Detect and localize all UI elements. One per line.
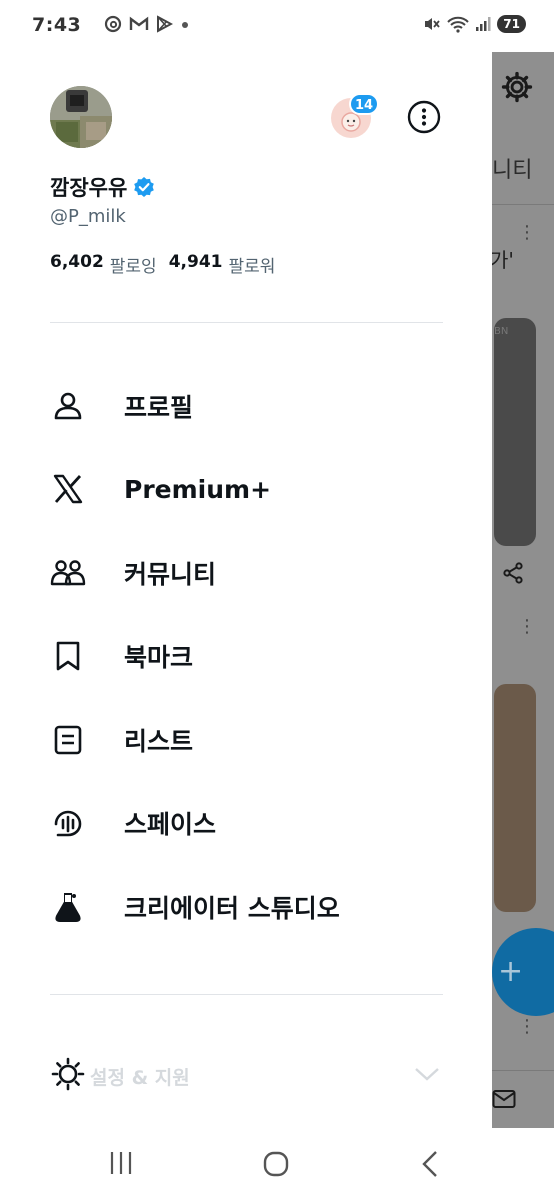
gear-icon[interactable]	[500, 70, 534, 104]
status-right-icons: 71	[423, 15, 526, 33]
avatar[interactable]	[50, 86, 112, 148]
navigation-drawer: 14 깜장우유 @P_milk 6,402 팔로잉 4,941 팔로워 프로필 …	[0, 52, 492, 1128]
x-logo-icon	[50, 471, 86, 507]
menu-item-premium[interactable]: Premium+	[50, 448, 450, 532]
menu-item-label: 리스트	[124, 726, 194, 756]
followers-count[interactable]: 4,941	[169, 252, 223, 277]
background-app[interactable]: 니티 ⋮ 가' BN ⋮ + ⋮	[492, 52, 554, 1128]
status-time: 7:43	[32, 14, 82, 36]
system-navigation-bar	[0, 1128, 554, 1200]
sun-icon[interactable]	[50, 1056, 86, 1092]
more-options-icon[interactable]	[407, 100, 441, 134]
background-divider	[492, 204, 554, 205]
menu-item-label: Premium+	[124, 474, 272, 504]
threads-icon	[104, 15, 122, 33]
notification-badge: 14	[349, 93, 379, 115]
spaces-icon	[50, 805, 86, 841]
status-bar: 7:43 71	[0, 0, 554, 52]
more-dots-icon: ⋮	[518, 222, 536, 243]
list-icon	[50, 722, 86, 758]
divider	[50, 322, 443, 323]
mail-icon[interactable]	[492, 1088, 516, 1110]
home-icon[interactable]	[262, 1150, 290, 1178]
compose-fab[interactable]: +	[492, 928, 554, 1016]
gmail-icon	[129, 16, 149, 30]
divider	[50, 994, 443, 995]
background-post-image	[494, 684, 536, 912]
display-name[interactable]: 깜장우유	[50, 172, 155, 202]
settings-and-support[interactable]: 설정 & 지원	[50, 1054, 442, 1098]
menu-item-communities[interactable]: 커뮤니티	[50, 531, 450, 615]
menu-item-label: 스페이스	[124, 810, 217, 840]
communities-icon	[50, 555, 86, 591]
display-name-text: 깜장우유	[50, 176, 128, 200]
settings-label: 설정 & 지원	[90, 1067, 190, 1089]
creator-studio-icon	[50, 889, 86, 925]
status-left-icons	[104, 15, 190, 33]
person-icon	[50, 388, 86, 424]
verified-badge-icon	[134, 177, 155, 197]
more-dots-icon: ⋮	[518, 1016, 536, 1037]
menu-item-label: 북마크	[124, 643, 194, 673]
avatar-image	[50, 86, 112, 148]
wifi-icon	[447, 16, 470, 33]
signal-icon	[476, 17, 491, 31]
play-store-icon	[157, 15, 173, 33]
menu-item-label: 프로필	[124, 392, 194, 422]
background-post-text: 가'	[492, 248, 514, 272]
follow-stats: 6,402 팔로잉 4,941 팔로워	[50, 252, 281, 277]
background-tab-label: 니티	[492, 158, 533, 183]
share-icon	[503, 562, 523, 584]
following-label[interactable]: 팔로잉	[110, 252, 157, 277]
recent-apps-icon[interactable]	[108, 1150, 134, 1176]
user-handle: @P_milk	[50, 206, 126, 227]
menu-item-creator-studio[interactable]: 크리에이터 스튜디오	[50, 865, 450, 949]
menu-item-label: 커뮤니티	[124, 559, 217, 589]
mute-icon	[425, 18, 440, 30]
menu-item-label: 크리에이터 스튜디오	[124, 893, 340, 923]
menu-item-bookmarks[interactable]: 북마크	[50, 615, 450, 699]
background-post-image: BN	[494, 318, 536, 546]
bookmark-icon	[50, 638, 86, 674]
menu-item-spaces[interactable]: 스페이스	[50, 782, 450, 866]
background-bottom-divider	[492, 1070, 554, 1071]
more-dots-icon: ⋮	[518, 616, 536, 637]
menu-item-lists[interactable]: 리스트	[50, 698, 450, 782]
dot-icon	[182, 22, 188, 28]
following-count[interactable]: 6,402	[50, 252, 104, 277]
back-icon[interactable]	[420, 1150, 440, 1178]
drawer-menu: 프로필 Premium+ 커뮤니티 북마크 리스트 스페이스 크리에이터 스튜디…	[50, 364, 450, 949]
followers-label[interactable]: 팔로워	[228, 252, 275, 277]
chevron-down-icon	[415, 1068, 439, 1081]
battery-indicator: 71	[497, 15, 526, 33]
menu-item-profile[interactable]: 프로필	[50, 364, 450, 448]
